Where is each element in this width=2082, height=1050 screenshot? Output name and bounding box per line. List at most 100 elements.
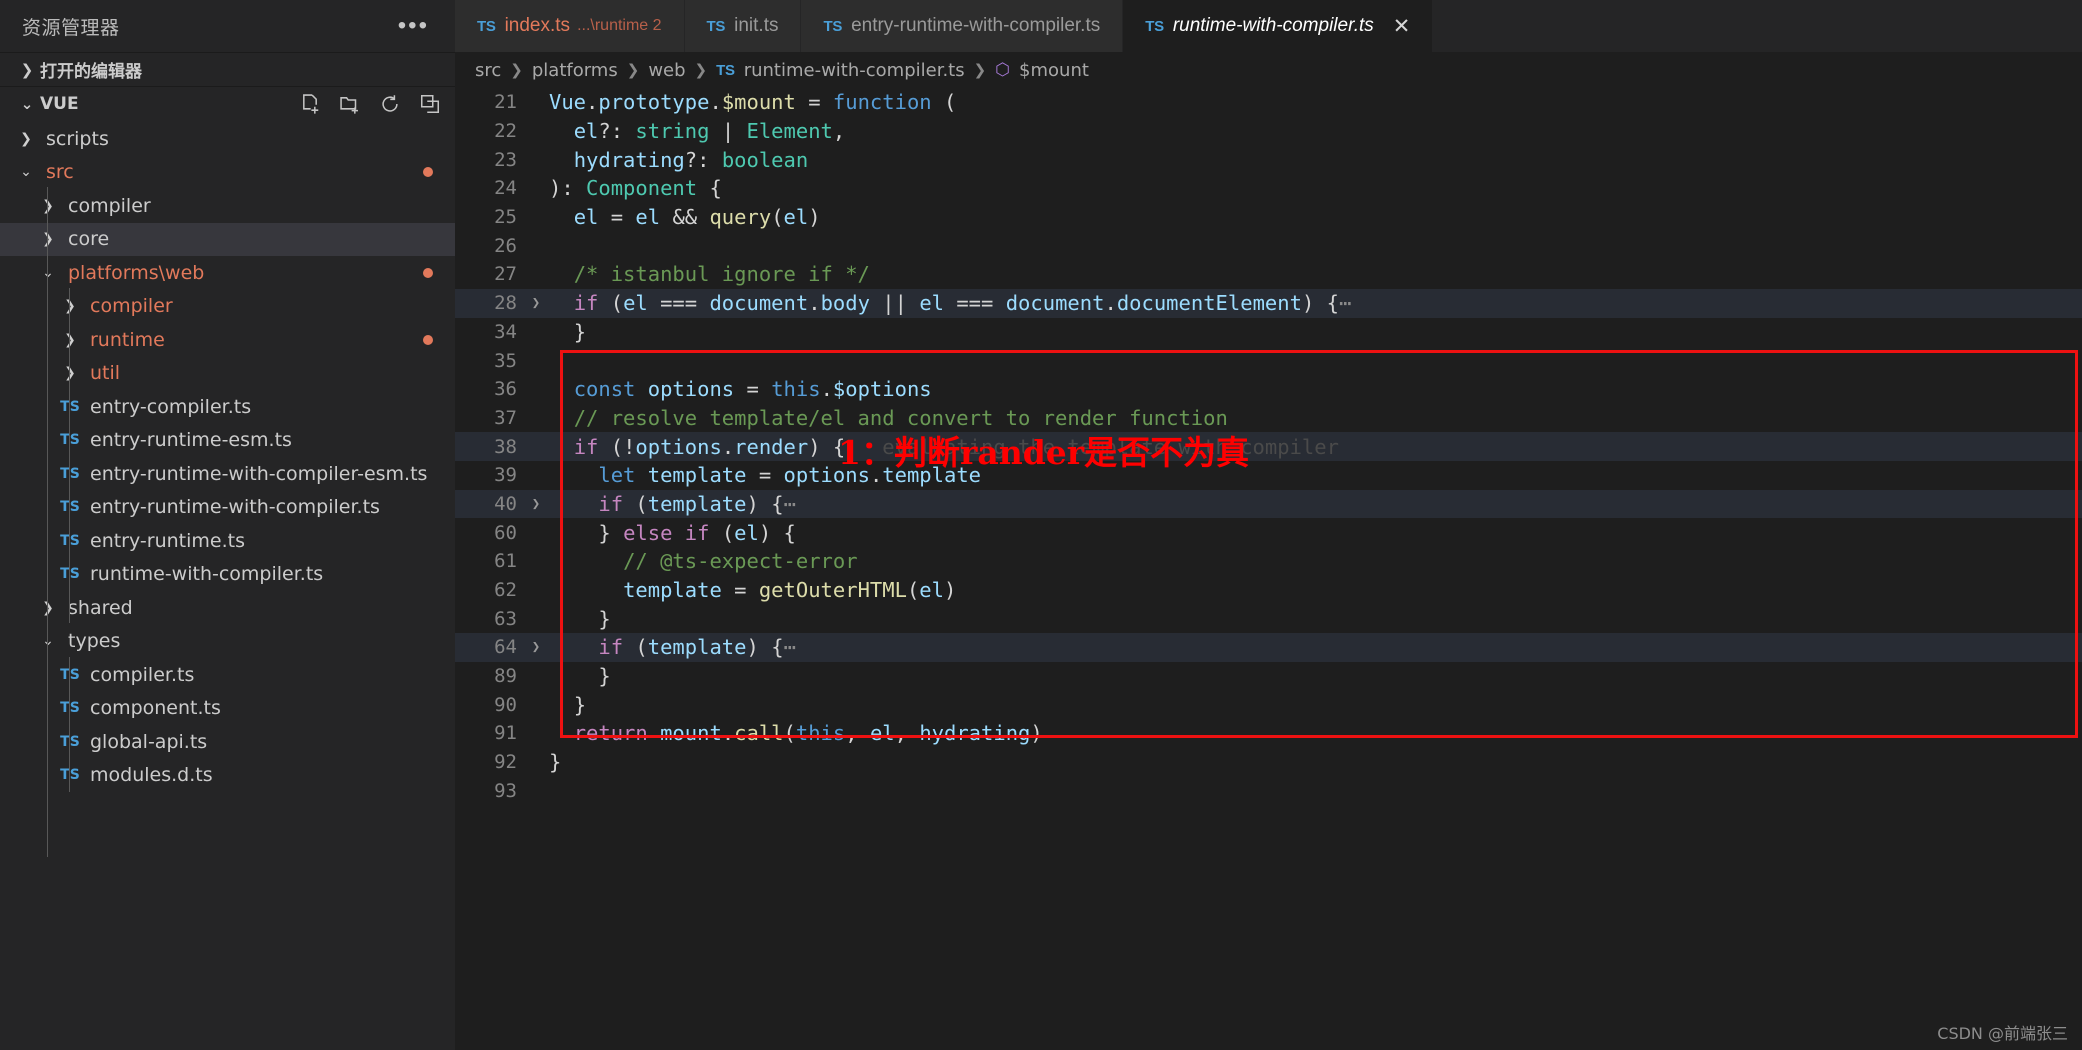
tree-item-label: entry-runtime-with-compiler.ts	[90, 496, 380, 519]
code-line[interactable]: 23 hydrating?: boolean	[455, 145, 2082, 174]
modified-indicator-dot	[423, 167, 433, 178]
editor-tab-bar: TS index.ts ...\runtime 2 TS init.ts TS entry-…	[455, 0, 2082, 52]
editor-tab-runtime-with-compiler-ts[interactable]: TS runtime-with-compiler.ts ✕	[1123, 0, 1434, 52]
tab-label: init.ts	[734, 15, 779, 36]
chevron-right-icon: ❯	[36, 231, 60, 247]
line-number: 23	[494, 148, 517, 171]
code-line[interactable]: 91 return mount.call(this, el, hydrating…	[455, 719, 2082, 748]
code-line[interactable]: 38 if (!options.render) { evaluating the…	[455, 432, 2082, 461]
code-line[interactable]: 92}	[455, 748, 2082, 777]
fold-chevron-icon[interactable]: ❯	[523, 295, 549, 311]
code-line[interactable]: 22 el?: string | Element,	[455, 117, 2082, 146]
tree-item-label: runtime	[90, 328, 165, 351]
code-text: }	[573, 692, 587, 717]
code-text: }	[549, 750, 562, 775]
typescript-file-icon: TS	[58, 399, 82, 415]
line-number: 89	[494, 665, 517, 688]
code-line[interactable]: 24): Component {	[455, 174, 2082, 203]
typescript-file-icon: TS	[58, 566, 82, 582]
breadcrumb-file[interactable]: runtime-with-compiler.ts	[744, 60, 965, 81]
line-number: 90	[494, 693, 517, 716]
line-number: 40	[494, 492, 517, 515]
tree-folder-platforms-web[interactable]: ⌄ platforms\web	[0, 256, 455, 290]
breadcrumb-part[interactable]: web	[648, 60, 685, 81]
code-line[interactable]: 60 } else if (el) {	[455, 518, 2082, 547]
open-editors-section-header[interactable]: ❯ 打开的编辑器	[0, 52, 455, 86]
tree-item-label: entry-compiler.ts	[90, 395, 252, 418]
code-line[interactable]: 40 ❯ if (template) {⋯	[455, 489, 2082, 519]
chevron-right-icon: ❯	[626, 61, 640, 79]
editor-pane: src ❯ platforms ❯ web ❯ TS runtime-with-compile…	[455, 52, 2082, 1050]
line-number: 24	[494, 177, 517, 200]
code-text: }	[573, 319, 587, 344]
tree-item-label: runtime-with-compiler.ts	[90, 563, 324, 586]
code-editor[interactable]: 21 Vue.prototype.$mount = function (22 el…	[455, 88, 2082, 1050]
code-line[interactable]: 64 ❯ if (template) {⋯	[455, 633, 2082, 662]
file-tree[interactable]: ❯ scripts ⌄ src ❯ compiler ❯ core ⌄ platforms\web…	[0, 120, 455, 1050]
code-line[interactable]: 37 // resolve template/el and convert to…	[455, 404, 2082, 433]
tree-folder-core[interactable]: ❯ core	[0, 222, 455, 256]
tree-item-label: types	[68, 630, 121, 653]
project-section-header[interactable]: ⌄ VUE	[0, 86, 455, 120]
vscode-window: 资源管理器 ••• TS index.ts ...\runtime 2 TS init.…	[0, 0, 2082, 1050]
breadcrumb[interactable]: src ❯ platforms ❯ web ❯ TS runtime-with-compile…	[455, 52, 2082, 88]
code-line[interactable]: 61 // @ts-expect-error	[455, 547, 2082, 576]
typescript-file-icon: TS	[58, 767, 82, 783]
chevron-right-icon: ❯	[36, 600, 60, 616]
line-number: 36	[494, 378, 517, 401]
code-line[interactable]: 25 el = el && query(el)	[455, 203, 2082, 232]
line-number: 21	[494, 91, 517, 114]
breadcrumb-part[interactable]: src	[475, 60, 501, 81]
code-line[interactable]: 36 const options = this.$options	[455, 375, 2082, 404]
tree-folder-src[interactable]: ⌄ src	[0, 156, 455, 190]
editor-tab-init-ts[interactable]: TS init.ts	[684, 0, 802, 52]
chevron-right-icon: ❯	[58, 332, 82, 348]
new-folder-icon[interactable]	[339, 93, 361, 115]
tree-folder-scripts[interactable]: ❯ scripts	[0, 122, 455, 156]
fold-chevron-icon[interactable]: ❯	[523, 639, 549, 655]
code-line[interactable]: 28 ❯ if (el === document.body || el === d…	[455, 288, 2082, 318]
code-text: el = el && query(el)	[573, 205, 821, 230]
code-text: }	[598, 606, 611, 631]
breadcrumb-symbol[interactable]: $mount	[1019, 60, 1089, 81]
explorer-title: 资源管理器	[22, 16, 120, 39]
chevron-down-icon: ⌄	[36, 633, 60, 649]
new-file-icon[interactable]	[299, 93, 321, 115]
code-line[interactable]: 21 Vue.prototype.$mount = function (	[455, 88, 2082, 117]
code-line[interactable]: 26	[455, 231, 2082, 260]
typescript-file-icon: TS	[58, 667, 82, 683]
line-number: 25	[494, 206, 517, 229]
explorer-more-actions-icon[interactable]: •••	[390, 14, 437, 38]
explorer-sidebar: ❯ 打开的编辑器 ⌄ VUE ❯ scripts ⌄ src compiler …	[0, 52, 455, 1050]
breadcrumb-part[interactable]: platforms	[532, 60, 618, 81]
code-line[interactable]: 27 /* istanbul ignore if */	[455, 260, 2082, 289]
collapse-all-icon[interactable]	[419, 93, 441, 115]
code-line[interactable]: 89 }	[455, 662, 2082, 691]
chevron-right-icon: ❯	[973, 61, 987, 79]
tree-item-label: entry-runtime.ts	[90, 529, 245, 552]
code-line[interactable]: 62 template = getOuterHTML(el)	[455, 576, 2082, 605]
chevron-right-icon: ❯	[510, 61, 523, 79]
fold-chevron-icon[interactable]: ❯	[523, 496, 549, 512]
editor-tab-entry-runtime-with-compiler-ts[interactable]: TS entry-runtime-with-compiler.ts	[801, 0, 1124, 52]
line-number: 27	[494, 263, 517, 286]
code-line[interactable]: 93	[455, 777, 2082, 806]
typescript-file-icon: TS	[1145, 17, 1164, 35]
tree-item-label: compiler.ts	[90, 663, 195, 686]
typescript-file-icon: TS	[58, 533, 82, 549]
tab-label: runtime-with-compiler.ts	[1172, 15, 1374, 36]
code-text: const options = this.$options	[573, 377, 932, 402]
tree-item-label: compiler	[90, 295, 173, 318]
editor-tab-index-ts[interactable]: TS index.ts ...\runtime 2	[455, 0, 685, 52]
code-line[interactable]: 39 let template = options.template	[455, 461, 2082, 490]
line-number: 91	[494, 722, 517, 745]
code-line[interactable]: 63 }	[455, 604, 2082, 633]
tree-folder-compiler[interactable]: ❯ compiler	[0, 189, 455, 223]
close-icon[interactable]: ✕	[1393, 16, 1411, 37]
code-line[interactable]: 35	[455, 346, 2082, 375]
code-line[interactable]: 90 }	[455, 690, 2082, 719]
tree-folder-types[interactable]: ⌄ types	[0, 625, 455, 659]
code-line[interactable]: 34 }	[455, 318, 2082, 347]
refresh-icon[interactable]	[379, 93, 401, 115]
code-text: } else if (el) {	[598, 520, 796, 545]
